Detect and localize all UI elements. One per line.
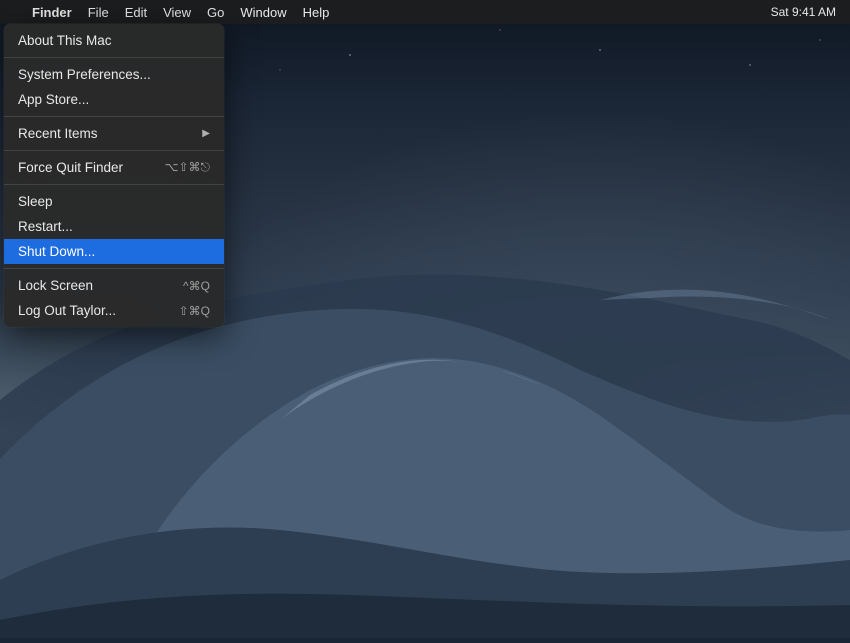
menu-item-shutdown[interactable]: Shut Down... xyxy=(4,239,224,264)
menu-item-restart-label: Restart... xyxy=(18,219,73,234)
menu-item-lock-screen[interactable]: Lock Screen ^⌘Q xyxy=(4,273,224,298)
menu-item-logout-label: Log Out Taylor... xyxy=(18,303,116,318)
menu-divider-2 xyxy=(4,116,224,117)
menubar-file[interactable]: File xyxy=(80,3,117,22)
menubar: Finder File Edit View Go Window Help Sat… xyxy=(0,0,850,24)
menubar-window[interactable]: Window xyxy=(232,3,294,22)
menubar-view[interactable]: View xyxy=(155,3,199,22)
menubar-go[interactable]: Go xyxy=(199,3,232,22)
menu-item-lock-screen-shortcut: ^⌘Q xyxy=(183,279,210,293)
menu-divider-3 xyxy=(4,150,224,151)
menu-item-restart[interactable]: Restart... xyxy=(4,214,224,239)
menu-item-lock-screen-label: Lock Screen xyxy=(18,278,93,293)
menubar-right: Sat 9:41 AM xyxy=(765,3,842,21)
menu-item-about[interactable]: About This Mac xyxy=(4,28,224,53)
menu-item-app-store-label: App Store... xyxy=(18,92,89,107)
menu-item-system-prefs-label: System Preferences... xyxy=(18,67,151,82)
menu-item-about-label: About This Mac xyxy=(18,33,112,48)
menu-item-recent-items[interactable]: Recent Items ▶ xyxy=(4,121,224,146)
menubar-time: Sat 9:41 AM xyxy=(765,3,842,21)
apple-dropdown-menu: About This Mac System Preferences... App… xyxy=(4,24,224,327)
menubar-edit[interactable]: Edit xyxy=(117,3,155,22)
menu-divider-1 xyxy=(4,57,224,58)
submenu-arrow-icon: ▶ xyxy=(202,128,210,139)
menu-item-force-quit-shortcut: ⌥⇧⌘⎋ xyxy=(165,160,210,175)
menu-item-logout[interactable]: Log Out Taylor... ⇧⌘Q xyxy=(4,298,224,323)
menu-item-force-quit-label: Force Quit Finder xyxy=(18,160,123,175)
menu-item-force-quit[interactable]: Force Quit Finder ⌥⇧⌘⎋ xyxy=(4,155,224,180)
menu-item-logout-shortcut: ⇧⌘Q xyxy=(179,304,210,318)
menu-item-app-store[interactable]: App Store... xyxy=(4,87,224,112)
menu-item-sleep-label: Sleep xyxy=(18,194,53,209)
menu-item-recent-items-label: Recent Items xyxy=(18,126,98,141)
menu-item-sleep[interactable]: Sleep xyxy=(4,189,224,214)
menu-divider-5 xyxy=(4,268,224,269)
menubar-help[interactable]: Help xyxy=(295,3,338,22)
menu-item-system-prefs[interactable]: System Preferences... xyxy=(4,62,224,87)
menubar-left: Finder File Edit View Go Window Help xyxy=(8,3,337,22)
menu-divider-4 xyxy=(4,184,224,185)
menu-item-shutdown-label: Shut Down... xyxy=(18,244,95,259)
menubar-finder[interactable]: Finder xyxy=(24,3,80,22)
